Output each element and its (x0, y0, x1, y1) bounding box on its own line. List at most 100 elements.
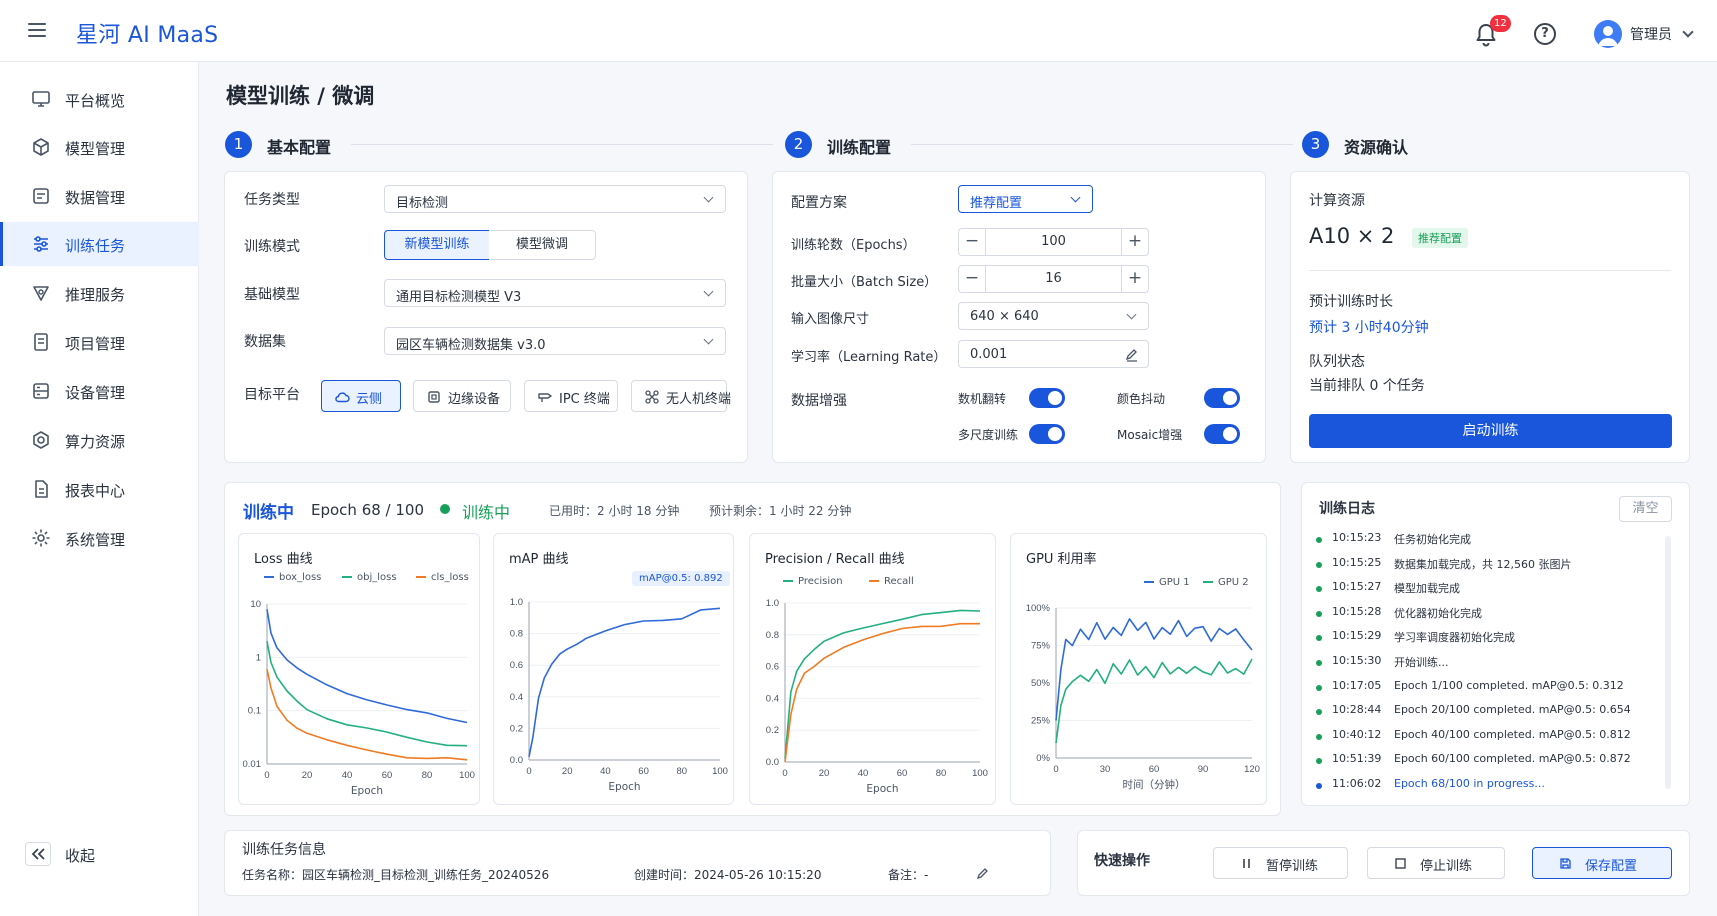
y-tick-label: 0.1 (248, 706, 261, 717)
stop-training-button[interactable]: 停止训练 (1367, 847, 1505, 879)
pause-training-button[interactable]: 暂停训练 (1213, 847, 1348, 879)
step-number: 3 (1302, 131, 1329, 158)
server-icon (33, 383, 49, 399)
clear-log-button[interactable]: 清空 (1619, 496, 1672, 522)
sidebar-item-label: 数据管理 (65, 189, 126, 207)
base-model-value: 通用目标检测模型 V3 (396, 290, 522, 305)
log-status-dot (1316, 684, 1322, 691)
sidebar-item-data[interactable]: 数据管理 (0, 174, 199, 218)
gear-icon (32, 529, 50, 547)
step-training-config: 2 训练配置 (785, 131, 1293, 159)
gpu-chart: GPU 利用率 GPU 1 GPU 2 100% 75% 50% 25% 0% 0 30 60… (1010, 533, 1267, 805)
step-resource-confirm: 3 资源确认 (1302, 131, 1692, 159)
sidebar-item-label: 项目管理 (65, 335, 126, 353)
sidebar-item-reports[interactable]: 报表中心 (0, 467, 199, 511)
platform-cloud[interactable]: 云侧 (321, 380, 401, 412)
cloud-icon (335, 392, 350, 403)
sidebar-item-label: 模型管理 (65, 140, 126, 158)
task-type-value: 目标检测 (396, 196, 449, 211)
log-scrollbar[interactable] (1665, 536, 1671, 789)
aug-flip-toggle[interactable] (1029, 388, 1065, 408)
sidebar-item-inference[interactable]: 推理服务 (0, 271, 199, 315)
y-tick-label: 0.8 (510, 629, 523, 640)
aug-color-jitter-toggle[interactable] (1204, 388, 1240, 408)
chevron-down-icon (1070, 192, 1081, 203)
task-info-card (224, 830, 1051, 896)
collapse-label: 收起 (65, 847, 96, 865)
x-tick-label: 60 (382, 770, 393, 781)
scheme-select[interactable]: 推荐配置 (958, 185, 1093, 213)
log-message: 开始训练... (1394, 656, 1449, 669)
edit-icon[interactable] (975, 866, 991, 882)
sidebar-item-label: 系统管理 (65, 531, 126, 549)
sidebar-item-overview[interactable]: 平台概览 (0, 77, 199, 121)
sidebar-item-devices[interactable]: 设备管理 (0, 369, 199, 413)
mode-new-training[interactable]: 新模型训练 (384, 230, 490, 260)
learning-rate-value: 0.001 (970, 347, 1008, 362)
aug-mosaic-toggle[interactable] (1204, 424, 1240, 444)
map-chart: mAP 曲线 mAP@0.5: 0.892 1.0 0.8 0.6 0.4 0.2 0.0… (493, 533, 734, 805)
log-time: 10:15:29 (1332, 629, 1382, 643)
log-time: 10:17:05 (1332, 678, 1382, 692)
sidebar-item-compute[interactable]: 算力资源 (0, 418, 199, 462)
series-line-mAP@0.5 (528, 607, 721, 757)
batch-size-stepper[interactable]: − 16 + (958, 265, 1149, 293)
task-type-select[interactable]: 目标检测 (384, 185, 726, 213)
x-axis-label: Epoch (866, 783, 898, 795)
step-title: 训练配置 (827, 138, 892, 157)
increment-button[interactable]: + (1121, 229, 1148, 255)
platform-ipc[interactable]: IPC 终端 (524, 380, 618, 412)
sidebar-item-system[interactable]: 系统管理 (0, 516, 199, 560)
divider (1309, 270, 1671, 271)
database-icon (33, 188, 49, 204)
dataset-select[interactable]: 园区车辆检测数据集 v3.0 (384, 327, 726, 355)
training-status-title: 训练中 (243, 503, 294, 523)
x-tick-label: 60 (638, 766, 649, 777)
project-icon (34, 333, 48, 351)
image-size-select[interactable]: 640 × 640 (958, 302, 1149, 330)
start-training-button[interactable]: 启动训练 (1309, 414, 1672, 448)
save-config-button[interactable]: 保存配置 (1532, 847, 1672, 879)
epochs-stepper[interactable]: − 100 + (958, 228, 1149, 256)
decrement-button[interactable]: − (959, 229, 986, 255)
brand-logo[interactable]: 星河 AI MaaS (76, 17, 218, 49)
y-tick-label: 1 (256, 652, 261, 663)
chevron-down-icon (703, 334, 714, 345)
x-tick-label: 100 (972, 768, 988, 779)
y-tick-label: 0.4 (766, 693, 779, 704)
epochs-label: 训练轮数（Epochs） (791, 238, 916, 253)
help-icon[interactable]: ? (1534, 23, 1556, 45)
platform-edge[interactable]: 边缘设备 (413, 380, 511, 412)
status-dot (440, 504, 450, 514)
compute-icon (33, 431, 49, 449)
epochs-value[interactable]: 100 (987, 234, 1120, 249)
platform-drone[interactable]: 无人机终端 (631, 380, 731, 412)
y-tick-label: 25% (1031, 716, 1051, 727)
sidebar-item-projects[interactable]: 项目管理 (0, 320, 199, 364)
edit-icon[interactable] (1124, 347, 1140, 363)
x-tick-label: 20 (562, 766, 573, 777)
sidebar-collapse-button[interactable]: 收起 (0, 832, 199, 876)
remaining-time: 预计剩余：1 小时 22 分钟 (709, 504, 852, 518)
y-tick-label: 0.6 (510, 660, 523, 671)
menu-icon[interactable] (28, 20, 48, 40)
base-model-select[interactable]: 通用目标检测模型 V3 (384, 279, 726, 307)
mode-finetune[interactable]: 模型微调 (489, 230, 596, 260)
log-message: 模型加载完成 (1394, 582, 1460, 596)
decrement-button[interactable]: − (959, 266, 986, 292)
batch-size-label: 批量大小（Batch Size） (791, 275, 938, 290)
learning-rate-input[interactable]: 0.001 (958, 340, 1149, 368)
log-time: 10:15:27 (1332, 580, 1382, 594)
batch-size-value[interactable]: 16 (987, 271, 1120, 286)
sidebar-item-training[interactable]: 训练任务 (0, 222, 199, 266)
user-name[interactable]: 管理员 (1630, 24, 1672, 44)
sidebar-item-models[interactable]: 模型管理 (0, 125, 199, 169)
task-type-label: 任务类型 (244, 192, 300, 208)
log-message: Epoch 60/100 completed. mAP@0.5: 0.872 (1394, 752, 1631, 766)
log-message: Epoch 68/100 in progress... (1394, 777, 1545, 790)
chevron-down-icon[interactable] (1682, 26, 1694, 38)
avatar[interactable] (1594, 20, 1622, 48)
aug-multiscale-toggle[interactable] (1029, 424, 1065, 444)
notification-count-badge: 12 (1490, 15, 1511, 32)
increment-button[interactable]: + (1121, 266, 1148, 292)
